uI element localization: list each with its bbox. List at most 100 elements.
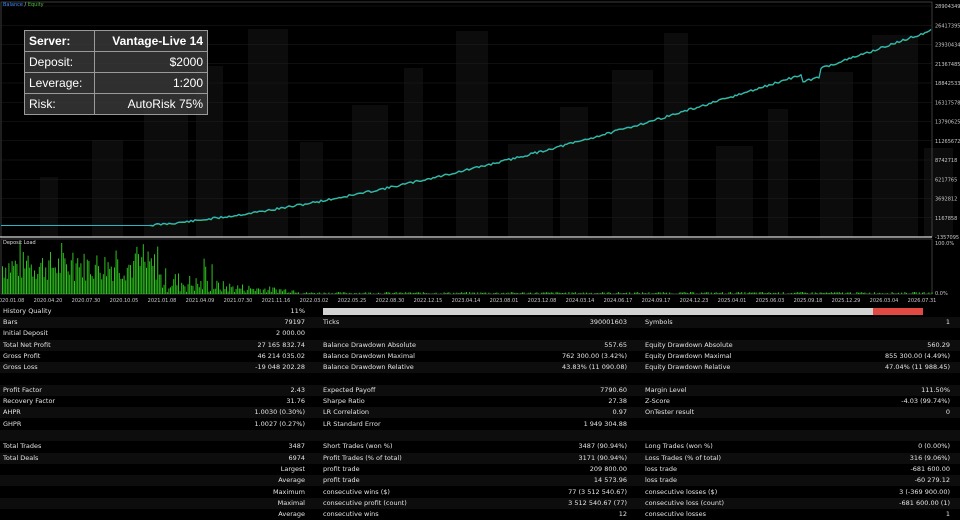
load-bar [96, 255, 98, 294]
load-bar [134, 253, 136, 294]
load-bar [701, 292, 703, 294]
stat-label: profit trade [323, 464, 360, 473]
load-bar [344, 292, 346, 294]
x-tick-label: 2025.04.01 [718, 298, 747, 304]
stat-value: 46 214 035.02 [257, 351, 305, 360]
bg-texture [352, 105, 388, 237]
stat-label: Balance Drawdown Maximal [323, 351, 415, 360]
load-bar [469, 292, 471, 294]
load-bar [443, 292, 445, 294]
load-bar [507, 292, 509, 294]
load-bar [691, 292, 693, 294]
load-bar [144, 261, 146, 294]
load-bar [822, 293, 824, 294]
load-bar [229, 283, 231, 294]
stats-row [0, 430, 960, 441]
y-tick-label: 6217765 [935, 177, 957, 183]
stat-label: Balance Drawdown Relative [323, 363, 414, 372]
leverage-label: Leverage: [23, 72, 96, 94]
load-bar [557, 292, 559, 294]
load-bar [411, 293, 413, 294]
stat-value: 79197 [284, 318, 305, 326]
stat-value: -4.03 (99.74%) [901, 397, 950, 406]
load-bar [453, 292, 455, 294]
load-bar [563, 293, 565, 294]
stat-value: 2 000.00 [276, 329, 305, 338]
load-bar [778, 292, 779, 294]
stat-label: Equity Drawdown Maximal [645, 351, 732, 360]
load-bar [218, 282, 219, 294]
stat-value: -60 279.12 [914, 476, 950, 485]
load-bar [470, 293, 472, 294]
load-bar [99, 272, 101, 294]
load-bar [264, 288, 266, 294]
stat-label: Short Trades (won %) [323, 442, 393, 451]
load-bar [150, 258, 152, 294]
load-bar [379, 293, 381, 294]
load-bar [536, 292, 538, 294]
load-bar [502, 292, 504, 294]
load-bar [342, 292, 344, 294]
stat-label: profit trade [323, 476, 360, 485]
info-row-deposit: Deposit: $2000 [23, 51, 208, 73]
stat-label: loss trade [645, 476, 677, 485]
load-bar [110, 266, 112, 294]
stat-label: consecutive losses [645, 510, 706, 519]
load-bar [43, 277, 45, 294]
load-bar [291, 290, 293, 294]
load-bar [162, 287, 163, 294]
load-bar [618, 292, 619, 294]
load-bar [749, 292, 751, 294]
load-bar [234, 292, 235, 294]
load-bar [832, 293, 834, 294]
stats-row: Total Net Profit 27 165 832.74 Balance Dra… [0, 339, 960, 351]
load-bar [405, 292, 407, 294]
load-bar [296, 292, 298, 294]
load-bar [795, 292, 797, 294]
load-bar [595, 293, 597, 294]
load-bar [341, 293, 343, 294]
load-bar [696, 293, 698, 294]
load-bar [389, 292, 391, 294]
load-bar [214, 288, 216, 294]
load-bar [568, 292, 570, 294]
load-bar [157, 246, 159, 294]
load-bar [2, 266, 3, 294]
load-bar [109, 268, 111, 294]
load-bar [373, 293, 375, 294]
load-bar [666, 292, 667, 294]
load-bar [102, 274, 104, 294]
load-bar [688, 293, 690, 294]
load-bar [72, 252, 74, 294]
stat-value: 1 949 304.88 [583, 419, 627, 428]
load-bar [528, 292, 530, 294]
stat-value: 0 (0.00%) [918, 442, 950, 451]
load-bar [704, 292, 706, 294]
load-bar [480, 292, 482, 294]
account-info-box: Server: Vantage-Live 14 Deposit: $2000 L… [23, 30, 208, 115]
load-bar [754, 292, 755, 294]
load-bar [10, 272, 11, 294]
load-bar [64, 258, 66, 294]
load-bar [386, 292, 387, 294]
load-bar [589, 293, 591, 294]
load-bar [514, 293, 515, 294]
load-bar [189, 275, 191, 294]
load-bar [56, 273, 58, 294]
load-bar [600, 293, 602, 294]
load-bar [498, 293, 499, 294]
load-bar [66, 264, 67, 294]
load-bar [176, 285, 178, 294]
history-quality-row: History Quality 11% [0, 306, 960, 317]
load-bar [626, 292, 627, 294]
legend-equity: Equity [27, 2, 44, 8]
load-bar [758, 292, 760, 294]
x-tick-label: 2024.12.23 [680, 298, 709, 304]
load-bar [826, 292, 827, 294]
load-bar [458, 293, 459, 294]
load-bar [741, 291, 743, 294]
load-bar [869, 292, 871, 294]
stat-value: 0.97 [612, 408, 627, 417]
load-bar [195, 278, 197, 294]
load-bar [790, 292, 792, 294]
